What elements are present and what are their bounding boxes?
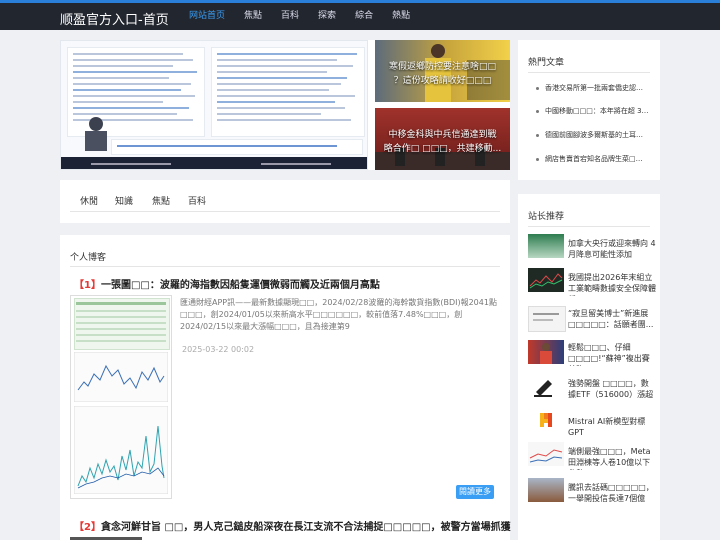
recommend-panel: 站长推荐 加拿大央行或迎來轉向 4月降息可能性添加 我國提出2026年末組立工業… (518, 194, 660, 540)
recommend-thumb[interactable] (528, 268, 564, 292)
bullet-icon (536, 87, 539, 90)
recommend-title: 站长推荐 (528, 212, 565, 222)
category-tabs: 休閒 知識 焦點 百科 (60, 180, 510, 223)
blog-section-title: 个人博客 (70, 253, 107, 263)
featured-side-caption-3: 中移金科與中兵信通達到戰 (388, 130, 497, 140)
post-title-text: 一張圖□□：波羅的海指數因船隻運價微弱而觸及近兩個月高點 (100, 280, 380, 291)
recommend-item-text[interactable]: 輕鬆□□□、仔細□□□□!“蘇神”複出賽首跑□□□... (568, 342, 656, 366)
main-nav: 网站首页 焦點 百科 探索 綜合 熱點 (182, 3, 422, 30)
featured-side-item-2[interactable]: 中移金科與中兵信通達到戰 略合作□ □□□，共建移動... (375, 108, 510, 170)
post-number: 【1】 (74, 280, 101, 291)
site-logo[interactable]: 顺盈官方入口-首页 (60, 9, 169, 28)
hot-article-item[interactable]: 德國前國腳波多爾斯基的土耳其球... (545, 130, 649, 140)
post-excerpt-1: 匯通財經APP訊——最新數據顯現□□，2024/02/28波羅的海幹散貨指數(B… (180, 298, 497, 331)
recommend-thumb[interactable] (528, 306, 566, 332)
bullet-icon (536, 134, 539, 137)
featured-side-caption-4: 略合作□ □□□，共建移動... (383, 144, 502, 154)
post-title-1[interactable]: 【1】一張圖□□：波羅的海指數因船隻運價微弱而觸及近兩個月高點 (74, 276, 380, 291)
recommend-item-text[interactable]: 加拿大央行或迎來轉向 4月降息可能性添加 (568, 238, 656, 262)
recommend-thumb[interactable] (528, 408, 564, 432)
blog-panel: 个人博客 【1】一張圖□□：波羅的海指數因船隻運價微弱而觸及近兩個月高點 匯通財… (60, 235, 511, 540)
recommend-thumb[interactable] (528, 234, 564, 258)
recommend-item-text[interactable]: 強勢開盤 □□□□，數據ETF（516000）漲超3.... (568, 378, 656, 402)
recommend-thumb[interactable] (528, 478, 564, 502)
recommend-divider (528, 226, 650, 227)
tab-knowledge[interactable]: 知識 (115, 194, 133, 207)
recommend-thumb[interactable] (528, 340, 564, 364)
post-number: 【2】 (74, 522, 101, 533)
hot-article-item[interactable]: 香港交易所第一批兩套僑史認購期... (545, 83, 649, 93)
nav-item-home[interactable]: 网站首页 (182, 3, 232, 30)
recommend-item-text[interactable]: “寂旦留美博士”新進展□□□□□：話願者團... (568, 308, 656, 332)
post-thumb-chart-2 (74, 406, 168, 494)
nav-item-focus[interactable]: 焦點 (237, 3, 269, 30)
hot-articles-title: 熱門文章 (528, 58, 565, 68)
hot-articles-panel: 熱門文章 香港交易所第一批兩套僑史認購期... 中國移動□□□：本年將在超 30… (518, 40, 660, 180)
recommend-thumb[interactable] (528, 374, 564, 398)
top-navbar: 顺盈官方入口-首页 网站首页 焦點 百科 探索 綜合 熱點 (0, 0, 720, 30)
tab-encyclopedia[interactable]: 百科 (188, 194, 206, 207)
hot-article-item[interactable]: 網店售賣首宕知名品牌生菜□□□... (545, 154, 649, 164)
bullet-icon (536, 110, 539, 113)
post-date-1: 2025-03-22 00:02 (182, 345, 255, 354)
tab-focus[interactable]: 焦點 (152, 194, 170, 207)
nav-item-explore[interactable]: 探索 (311, 3, 343, 30)
recommend-item-text[interactable]: 我國提出2026年末組立工業範疇數據安全保障體係 (568, 272, 656, 296)
read-more-button[interactable]: 閱讀更多 (456, 485, 494, 499)
mistral-logo-icon (540, 413, 552, 427)
nav-item-general[interactable]: 綜合 (348, 3, 380, 30)
featured-side-caption-2: ？這份攻略請收好□□□ (393, 76, 492, 86)
featured-slider: 寒假返鄉防控要注意啥□□ ？這份攻略請收好□□□ 中移金科與中兵信通達到戰 略合… (60, 40, 510, 170)
bullet-icon (536, 158, 539, 161)
post-thumbnail-1[interactable] (70, 295, 172, 499)
recommend-item-text[interactable]: Mistral AI新模型對標GPT (568, 416, 656, 440)
hot-articles-divider (528, 72, 650, 73)
hot-article-item[interactable]: 中國移動□□□：本年將在超 300 個... (545, 106, 649, 116)
nav-item-encyclopedia[interactable]: 百科 (274, 3, 306, 30)
featured-side-item-1[interactable]: 寒假返鄉防控要注意啥□□ ？這份攻略請收好□□□ (375, 40, 510, 102)
recommend-thumb[interactable] (528, 442, 564, 466)
post-title-2[interactable]: 【2】貪念河鮮甘旨 □□，男人克己鎚皮船深夜在長江支流不合法捕捉□□□□□，被警… (74, 518, 511, 533)
tabs-divider (70, 211, 500, 212)
featured-main-image[interactable] (60, 40, 368, 170)
recommend-item-text[interactable]: 騰訊去話碼□□□□□，一舉開投信長達7個億 (568, 482, 656, 506)
featured-side-caption-1: 寒假返鄉防控要注意啥□□ (388, 62, 496, 72)
tab-leisure[interactable]: 休閒 (80, 194, 98, 207)
nav-item-hot[interactable]: 熱點 (385, 3, 417, 30)
blog-divider (70, 266, 500, 267)
post-title-text: 貪念河鮮甘旨 □□，男人克己鎚皮船深夜在長江支流不合法捕捉□□□□□，被警方當場… (100, 522, 511, 533)
recommend-item-text[interactable]: 端側最強□□□，Meta田淵棟等人卷10億以下參數... (568, 446, 656, 470)
post-thumb-chart-1 (74, 352, 168, 402)
pencil-icon (534, 380, 552, 397)
